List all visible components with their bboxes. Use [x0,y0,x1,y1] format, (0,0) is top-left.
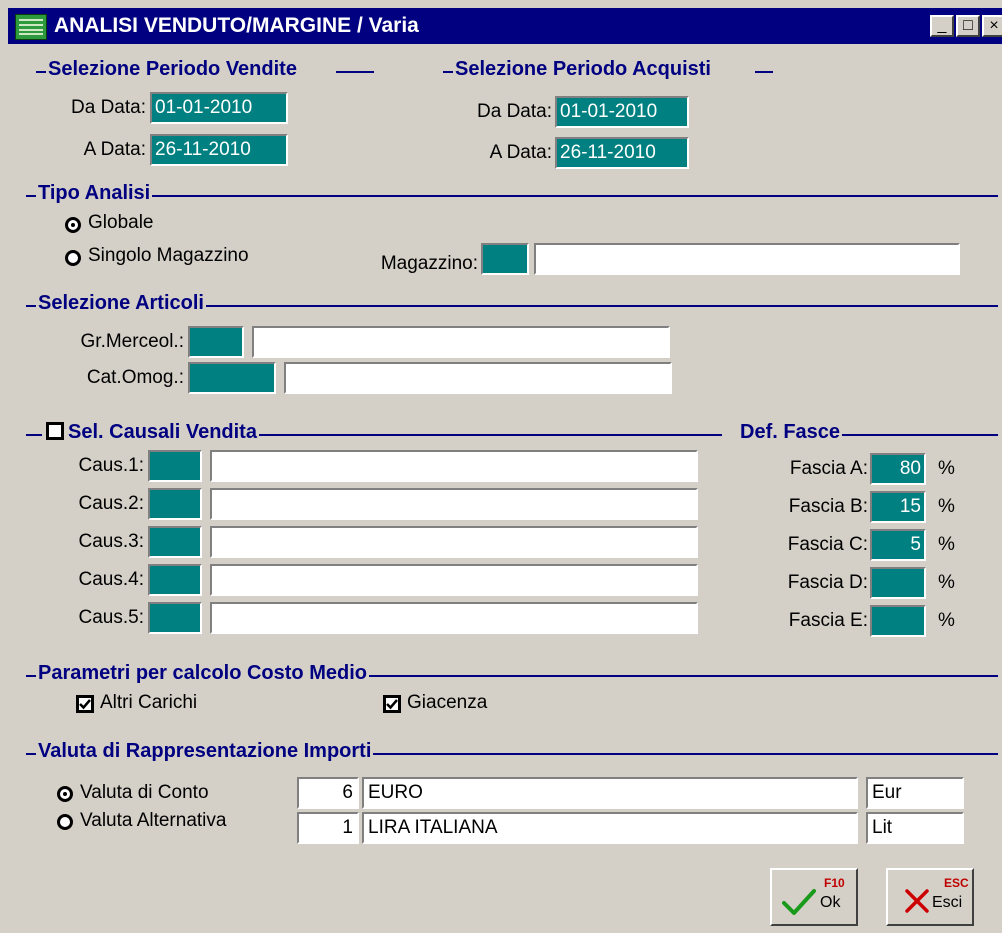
checkmark-icon [782,889,816,915]
fascia-percent: % [938,496,955,517]
radio-valuta-conto[interactable] [57,786,73,802]
fascia-percent: % [938,610,955,631]
causale-label: Caus.5: [78,607,144,628]
gr-merceol-desc-field[interactable] [252,326,670,358]
acquisti-a-data-field[interactable]: 26-11-2010 [555,137,689,169]
fascia-label: Fascia A: [789,458,868,479]
close-button[interactable]: × [982,15,1002,37]
altri-carichi-label[interactable]: Altri Carichi [100,692,197,714]
valuta-alternativa-name-field[interactable]: LIRA ITALIANA [362,812,858,844]
fascia-percent: % [938,572,955,593]
altri-carichi-checkbox[interactable] [76,695,94,713]
fascia-percent: % [938,458,955,479]
causale-desc-field[interactable] [210,602,698,634]
group-title: Tipo Analisi [36,182,153,205]
group-title: Parametri per calcolo Costo Medio [36,662,369,685]
title-bar[interactable]: ANALISI VENDUTO/MARGINE / Varia _ □ × [8,8,1002,44]
esci-button[interactable]: ESC Esci [886,868,974,926]
causale-code-field[interactable] [148,450,202,482]
window-title: ANALISI VENDUTO/MARGINE / Varia [54,14,419,37]
fascia-value-field[interactable]: 15 [870,491,926,523]
minimize-button[interactable]: _ [930,15,954,37]
esci-fkey: ESC [944,876,969,890]
acquisti-a-label: A Data: [489,142,552,163]
causale-desc-field[interactable] [210,450,698,482]
causale-desc-field[interactable] [210,564,698,596]
valuta-conto-code-field[interactable]: 6 [297,777,359,809]
group-costo-medio: Parametri per calcolo Costo Medio [26,661,998,691]
valuta-conto-name-field[interactable]: EURO [362,777,858,809]
valuta-alternativa-symbol-field[interactable]: Lit [866,812,964,844]
radio-valuta-alternativa-label[interactable]: Valuta Alternativa [80,810,226,832]
valuta-conto-symbol-field[interactable]: Eur [866,777,964,809]
causale-code-field[interactable] [148,602,202,634]
ok-label: Ok [820,894,841,911]
causale-desc-field[interactable] [210,526,698,558]
group-tipo-analisi: Tipo Analisi [26,181,998,211]
acquisti-da-data-field[interactable]: 01-01-2010 [555,96,689,128]
radio-globale[interactable] [65,217,81,233]
group-title: Selezione Periodo Vendite [46,58,299,81]
fascia-label: Fascia E: [788,610,868,631]
radio-valuta-conto-label[interactable]: Valuta di Conto [80,782,209,804]
acquisti-da-label: Da Data: [477,101,552,122]
group-valuta: Valuta di Rappresentazione Importi [26,739,998,769]
causale-label: Caus.4: [78,569,144,590]
radio-singolo-magazzino[interactable] [65,250,81,266]
magazzino-desc-field[interactable] [534,243,960,275]
fascia-percent: % [938,534,955,555]
magazzino-code-field[interactable] [481,243,529,275]
causale-code-field[interactable] [148,526,202,558]
causale-label: Caus.2: [78,493,144,514]
fascia-label: Fascia B: [788,496,868,517]
cat-omog-label: Cat.Omog.: [86,367,184,388]
app-icon [15,14,47,40]
vendite-da-data-field[interactable]: 01-01-2010 [150,92,288,124]
radio-valuta-alternativa[interactable] [57,814,73,830]
vendite-da-label: Da Data: [71,97,146,118]
group-selezione-articoli: Selezione Articoli [26,291,998,321]
fascia-value-field[interactable]: 5 [870,529,926,561]
fascia-value-field[interactable] [870,567,926,599]
group-periodo-acquisti: Selezione Periodo Acquisti [443,57,773,87]
group-title: Selezione Articoli [36,292,206,315]
fascia-label: Fascia D: [787,572,868,593]
group-title: Valuta di Rappresentazione Importi [36,740,374,763]
cross-icon [905,889,929,913]
group-def-fasce: Def. Fasce [738,420,998,450]
main-window: ANALISI VENDUTO/MARGINE / Varia _ □ × Se… [0,0,1002,933]
check-icon [79,699,91,710]
giacenza-checkbox[interactable] [383,695,401,713]
fascia-value-field[interactable]: 80 [870,453,926,485]
maximize-button[interactable]: □ [956,15,980,37]
causale-code-field[interactable] [148,564,202,596]
magazzino-label: Magazzino: [380,253,478,274]
fascia-value-field[interactable] [870,605,926,637]
cat-omog-desc-field[interactable] [284,362,672,394]
ok-fkey: F10 [824,876,845,890]
cat-omog-code-field[interactable] [188,362,276,394]
causale-label: Caus.1: [78,455,144,476]
check-icon [386,699,398,710]
radio-globale-label[interactable]: Globale [88,212,154,234]
giacenza-label[interactable]: Giacenza [407,692,487,714]
radio-singolo-magazzino-label[interactable]: Singolo Magazzino [88,245,249,267]
causale-desc-field[interactable] [210,488,698,520]
causali-checkbox[interactable] [46,422,64,440]
fascia-label: Fascia C: [787,534,868,555]
causale-label: Caus.3: [78,531,144,552]
ok-button[interactable]: F10 Ok [770,868,858,926]
group-periodo-vendite: Selezione Periodo Vendite [36,57,374,87]
causale-code-field[interactable] [148,488,202,520]
vendite-a-label: A Data: [83,139,146,160]
vendite-a-data-field[interactable]: 26-11-2010 [150,134,288,166]
gr-merceol-label: Gr.Merceol.: [80,331,184,352]
esci-label: Esci [932,894,963,911]
group-causali-vendita: Sel. Causali Vendita [26,420,722,450]
gr-merceol-code-field[interactable] [188,326,244,358]
group-title: Selezione Periodo Acquisti [453,58,713,81]
group-title: Def. Fasce [738,421,843,444]
group-title: Sel. Causali Vendita [68,421,257,443]
valuta-alternativa-code-field[interactable]: 1 [297,812,359,844]
